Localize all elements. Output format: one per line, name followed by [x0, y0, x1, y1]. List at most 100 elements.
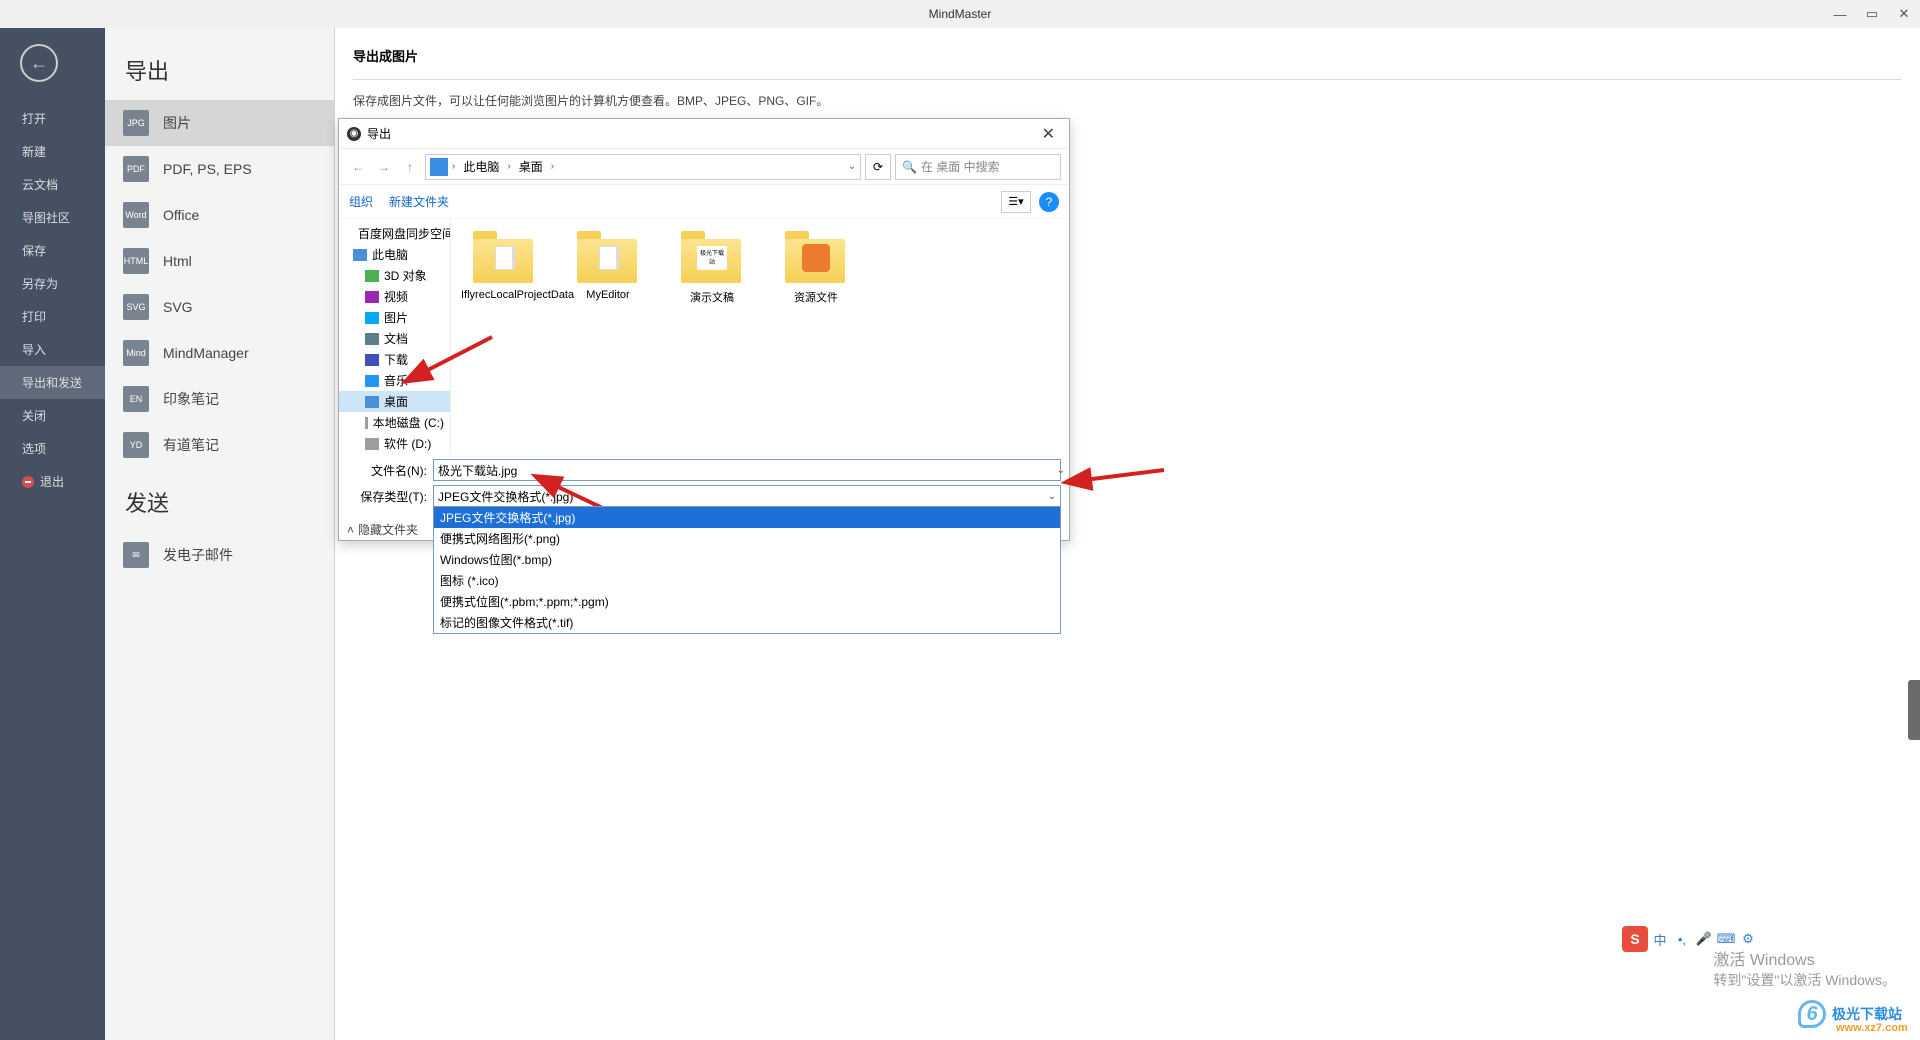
tree-item[interactable]: 本地磁盘 (C:) — [339, 412, 450, 433]
format-item-word[interactable]: WordOffice — [105, 192, 334, 238]
hide-folders-button[interactable]: ˄ 隐藏文件夹 — [347, 521, 418, 538]
file-item[interactable]: 资源文件 — [773, 231, 859, 305]
menu-item-9[interactable]: 关闭 — [0, 399, 105, 432]
maximize-button[interactable]: ▭ — [1856, 0, 1888, 28]
menu-item-6[interactable]: 打印 — [0, 300, 105, 333]
tree-item[interactable]: 文档 — [339, 328, 450, 349]
folder-icon — [365, 270, 379, 282]
folder-icon — [365, 291, 379, 303]
chevron-up-icon: ˄ — [347, 523, 354, 537]
format-item-mind[interactable]: MindMindManager — [105, 330, 334, 376]
tree-item[interactable]: 3D 对象 — [339, 265, 450, 286]
dialog-icon: ◉ — [347, 127, 361, 141]
menu-item-0[interactable]: 打开 — [0, 102, 105, 135]
ime-keyboard-icon[interactable]: ⌨ — [1716, 929, 1736, 949]
sidebar-mid: 导出 JPG图片PDFPDF, PS, EPSWordOfficeHTMLHtm… — [105, 28, 335, 1040]
folder-icon — [365, 417, 368, 429]
view-mode-button[interactable]: ☰▾ — [1001, 191, 1031, 213]
menu-item-2[interactable]: 云文档 — [0, 168, 105, 201]
file-item[interactable]: 极光下载站演示文稿 — [669, 231, 755, 305]
menu-item-10[interactable]: 选项 — [0, 432, 105, 465]
format-icon: HTML — [123, 248, 149, 274]
menu-item-7[interactable]: 导入 — [0, 333, 105, 366]
side-handle[interactable] — [1908, 680, 1920, 740]
format-item-jpg[interactable]: JPG图片 — [105, 100, 334, 146]
folder-tree: 百度网盘同步空间此电脑3D 对象视频图片文档下载音乐桌面本地磁盘 (C:)软件 … — [339, 219, 451, 453]
search-icon: 🔍 — [902, 160, 917, 174]
organize-button[interactable]: 组织 — [349, 193, 373, 210]
tree-item[interactable]: 桌面 — [339, 391, 450, 412]
nav-back-button[interactable]: ← — [347, 156, 369, 178]
titlebar: MindMaster — ▭ ✕ — [0, 0, 1920, 28]
file-item[interactable]: MyEditor — [565, 231, 651, 301]
exit-icon — [22, 476, 34, 488]
folder-icon — [353, 249, 367, 261]
format-icon: Mind — [123, 340, 149, 366]
format-item-html[interactable]: HTMLHtml — [105, 238, 334, 284]
new-folder-button[interactable]: 新建文件夹 — [389, 193, 449, 210]
section-send-title: 发送 — [105, 480, 334, 532]
file-item[interactable]: IflyrecLocalProjectData — [461, 231, 547, 301]
file-list: IflyrecLocalProjectData MyEditor 极光下载站演示文稿… — [451, 219, 1069, 453]
tree-item[interactable]: 下载 — [339, 349, 450, 370]
ime-badge[interactable]: S — [1622, 926, 1648, 952]
path-bar[interactable]: › 此电脑 › 桌面 › ⌄ — [425, 154, 861, 180]
window-controls: — ▭ ✕ — [1824, 0, 1920, 28]
filetype-option[interactable]: 图标 (*.ico) — [434, 570, 1060, 591]
format-icon: SVG — [123, 294, 149, 320]
app-title: MindMaster — [929, 7, 992, 21]
minimize-button[interactable]: — — [1824, 0, 1856, 28]
ime-mic-icon[interactable]: 🎤 — [1694, 929, 1714, 949]
dialog-titlebar: ◉ 导出 ✕ — [339, 119, 1069, 149]
filetype-option[interactable]: Windows位图(*.bmp) — [434, 549, 1060, 570]
filetype-value: JPEG文件交换格式(*.jpg) — [438, 488, 573, 505]
menu-item-4[interactable]: 保存 — [0, 234, 105, 267]
export-dialog: ◉ 导出 ✕ ← → ↑ › 此电脑 › 桌面 › ⌄ ⟳ 🔍 在 桌面 中搜索… — [338, 118, 1070, 541]
format-item-svg[interactable]: SVGSVG — [105, 284, 334, 330]
tree-item[interactable]: 软件 (D:) — [339, 433, 450, 453]
nav-forward-button[interactable]: → — [373, 156, 395, 178]
content-desc: 保存成图片文件，可以让任何能浏览图片的计算机方便查看。BMP、JPEG、PNG、… — [353, 92, 1902, 109]
menu-exit[interactable]: 退出 — [0, 465, 105, 498]
search-input[interactable]: 🔍 在 桌面 中搜索 — [895, 154, 1061, 180]
ime-punct-icon[interactable]: •, — [1672, 929, 1692, 949]
format-item-pdf[interactable]: PDFPDF, PS, EPS — [105, 146, 334, 192]
format-icon: JPG — [123, 110, 149, 136]
filetype-option[interactable]: 便携式网络图形(*.png) — [434, 528, 1060, 549]
filetype-dropdown: JPEG文件交换格式(*.jpg)便携式网络图形(*.png)Windows位图… — [433, 506, 1061, 634]
chevron-down-icon[interactable]: ⌄ — [1057, 465, 1065, 476]
tree-item[interactable]: 视频 — [339, 286, 450, 307]
path-root-icon[interactable] — [430, 158, 448, 176]
menu-item-5[interactable]: 另存为 — [0, 267, 105, 300]
ime-lang[interactable]: 中 — [1650, 929, 1670, 949]
filename-input[interactable]: 极光下载站.jpg⌄ — [433, 459, 1061, 481]
dialog-close-button[interactable]: ✕ — [1036, 124, 1061, 144]
filetype-option[interactable]: 标记的图像文件格式(*.tif) — [434, 612, 1060, 633]
chevron-down-icon[interactable]: ⌄ — [1048, 491, 1056, 502]
send-email[interactable]: ✉发电子邮件 — [105, 532, 334, 578]
nav-up-button[interactable]: ↑ — [399, 156, 421, 178]
filetype-option[interactable]: 便携式位图(*.pbm;*.ppm;*.pgm) — [434, 591, 1060, 612]
folder-icon — [365, 438, 379, 450]
path-seg-pc[interactable]: 此电脑 — [459, 156, 503, 177]
logo-icon: 6 — [1798, 1000, 1826, 1028]
tree-item[interactable]: 音乐 — [339, 370, 450, 391]
menu-item-3[interactable]: 导图社区 — [0, 201, 105, 234]
filetype-select[interactable]: JPEG文件交换格式(*.jpg) ⌄ JPEG文件交换格式(*.jpg)便携式… — [433, 485, 1061, 507]
menu-item-1[interactable]: 新建 — [0, 135, 105, 168]
close-button[interactable]: ✕ — [1888, 0, 1920, 28]
refresh-button[interactable]: ⟳ — [865, 154, 891, 180]
tree-item[interactable]: 百度网盘同步空间 — [339, 223, 450, 244]
format-item-yd[interactable]: YD有道笔记 — [105, 422, 334, 468]
menu-item-8[interactable]: 导出和发送 — [0, 366, 105, 399]
ime-settings-icon[interactable]: ⚙ — [1738, 929, 1758, 949]
filetype-option[interactable]: JPEG文件交换格式(*.jpg) — [434, 507, 1060, 528]
path-seg-desktop[interactable]: 桌面 — [515, 156, 547, 177]
chevron-down-icon[interactable]: ⌄ — [848, 161, 856, 172]
back-button[interactable]: ← — [20, 44, 58, 82]
help-button[interactable]: ? — [1039, 192, 1059, 212]
tree-item[interactable]: 此电脑 — [339, 244, 450, 265]
format-item-en[interactable]: EN印象笔记 — [105, 376, 334, 422]
tree-item[interactable]: 图片 — [339, 307, 450, 328]
chevron-right-icon: › — [452, 161, 455, 172]
